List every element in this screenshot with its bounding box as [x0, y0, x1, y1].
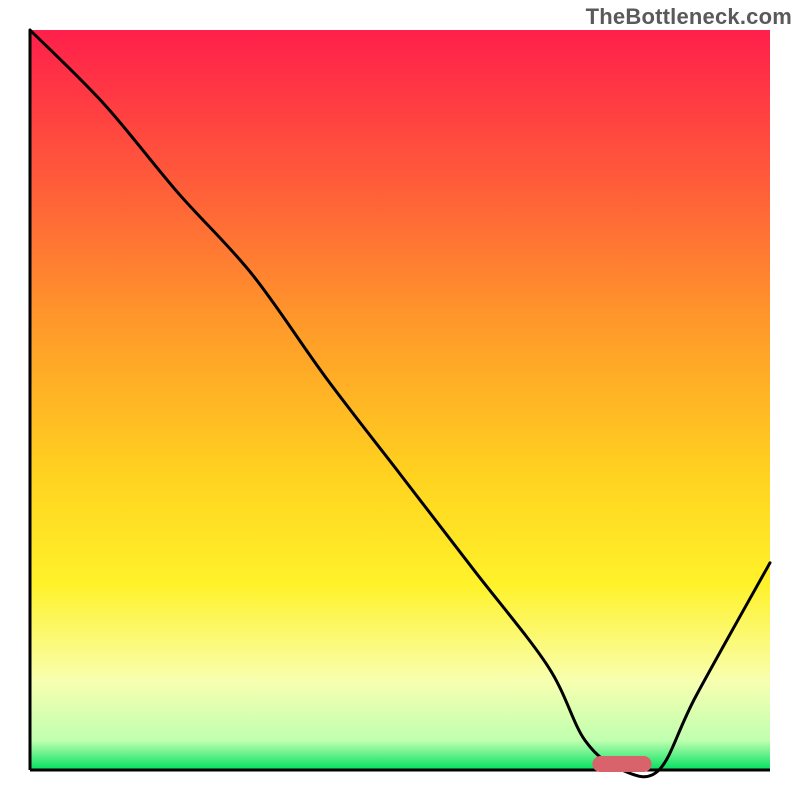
plot-area	[30, 30, 770, 777]
chart-svg	[0, 0, 800, 800]
gradient-background	[30, 30, 770, 770]
optimal-marker	[592, 756, 651, 772]
chart-container: TheBottleneck.com	[0, 0, 800, 800]
watermark-text: TheBottleneck.com	[586, 4, 792, 30]
